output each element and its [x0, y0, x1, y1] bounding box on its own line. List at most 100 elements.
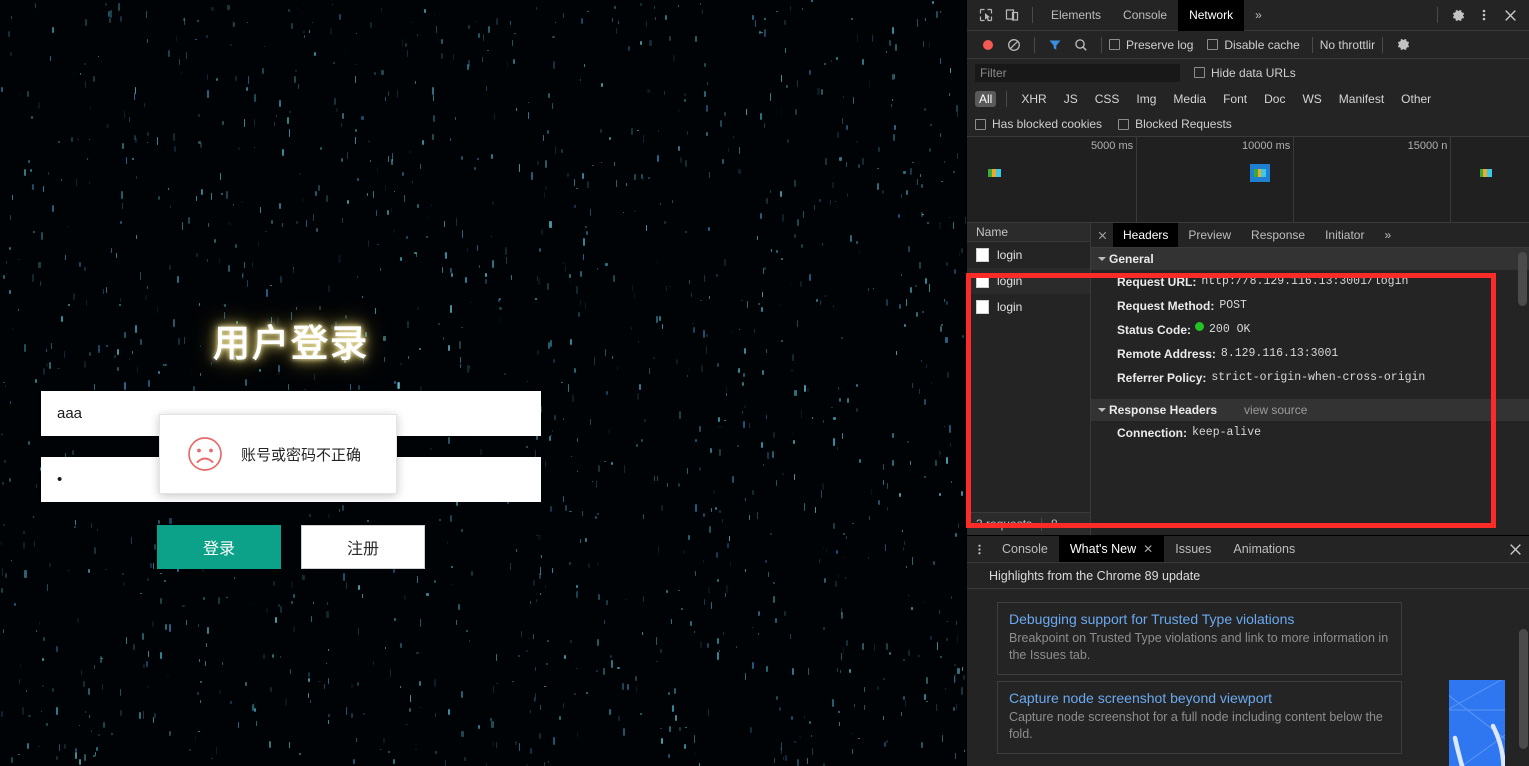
type-filter-css[interactable]: CSS: [1091, 91, 1124, 107]
disable-cache-checkbox[interactable]: Disable cache: [1207, 37, 1300, 52]
divider: [1437, 7, 1438, 23]
drawer-tab-label: Console: [1002, 541, 1048, 556]
type-filter-doc[interactable]: Doc: [1260, 91, 1289, 107]
whats-new-card-title[interactable]: Debugging support for Trusted Type viola…: [1009, 611, 1390, 627]
type-filter-other[interactable]: Other: [1397, 91, 1435, 107]
close-tab-icon[interactable]: ✕: [1143, 536, 1153, 563]
detail-tab-initiator[interactable]: Initiator: [1315, 223, 1374, 247]
table-row[interactable]: login: [967, 268, 1090, 294]
header-row-request-url: Request URL: http://8.129.116.13:3001/lo…: [1091, 270, 1529, 294]
transferred-size: 8: [1051, 517, 1058, 531]
network-settings-gear-icon[interactable]: [1390, 32, 1416, 58]
drawer-tabbar: Console What's New ✕ Issues Animations: [967, 536, 1529, 563]
close-icon[interactable]: [1497, 2, 1523, 28]
inspect-element-icon[interactable]: [973, 2, 999, 28]
close-drawer-icon[interactable]: [1501, 536, 1529, 562]
whats-new-card-title[interactable]: Capture node screenshot beyond viewport: [1009, 690, 1390, 706]
more-tabs-button[interactable]: »: [1244, 0, 1273, 31]
header-row-connection: Connection: keep-alive: [1091, 421, 1529, 445]
response-headers-section-header[interactable]: Response Headers view source: [1091, 399, 1529, 421]
request-list-header[interactable]: Name: [967, 223, 1090, 242]
filter-input[interactable]: [975, 63, 1180, 82]
close-detail-icon[interactable]: [1091, 223, 1113, 247]
header-value: keep-alive: [1192, 426, 1262, 439]
table-row[interactable]: login: [967, 242, 1090, 268]
tab-console[interactable]: Console: [1112, 0, 1178, 31]
disable-cache-label: Disable cache: [1224, 37, 1300, 52]
network-main-area: Name login login login 3 requests 8 Head…: [967, 223, 1529, 535]
has-blocked-cookies-checkbox[interactable]: Has blocked cookies: [975, 117, 1102, 131]
login-page: 用户登录 登录 注册 账号或密码不正确: [0, 0, 966, 766]
list-item[interactable]: Capture node screenshot beyond viewport …: [997, 681, 1402, 754]
search-button[interactable]: [1068, 32, 1094, 58]
detail-scrollbar[interactable]: [1518, 252, 1527, 306]
type-filter-font[interactable]: Font: [1219, 91, 1251, 107]
header-key: Remote Address:: [1117, 347, 1216, 361]
document-icon: [976, 300, 989, 314]
register-button[interactable]: 注册: [301, 525, 425, 569]
drawer-tab-animations[interactable]: Animations: [1222, 536, 1306, 562]
request-name: login: [997, 274, 1023, 288]
tab-network[interactable]: Network: [1178, 0, 1245, 31]
checkbox-box: [1109, 39, 1120, 50]
login-button[interactable]: 登录: [157, 525, 281, 569]
type-filter-ws[interactable]: WS: [1298, 91, 1325, 107]
more-options-icon[interactable]: [967, 536, 991, 562]
request-name: login: [997, 248, 1023, 262]
chevron-down-icon: [1098, 408, 1106, 412]
detail-tab-more[interactable]: »: [1374, 223, 1401, 247]
checkbox-box: [1118, 118, 1130, 130]
header-key: Connection:: [1117, 426, 1187, 440]
list-item[interactable]: Debugging support for Trusted Type viola…: [997, 602, 1402, 675]
whats-new-scrollbar[interactable]: [1519, 629, 1528, 749]
drawer-tab-label: Issues: [1175, 541, 1212, 556]
header-key: Status Code:: [1117, 323, 1192, 337]
whats-new-body: Debugging support for Trusted Type viola…: [967, 589, 1529, 766]
more-options-icon[interactable]: [1471, 2, 1497, 28]
detail-tab-headers[interactable]: Headers: [1113, 223, 1179, 247]
drawer-tab-issues[interactable]: Issues: [1164, 536, 1222, 562]
drawer-tab-console[interactable]: Console: [991, 536, 1059, 562]
view-source-link[interactable]: view source: [1244, 403, 1307, 417]
preserve-log-checkbox[interactable]: Preserve log: [1109, 38, 1193, 52]
request-list-footer: 3 requests 8: [967, 512, 1090, 535]
tab-elements[interactable]: Elements: [1040, 0, 1112, 31]
header-key: Request URL:: [1117, 275, 1197, 289]
filter-button[interactable]: [1042, 32, 1068, 58]
devtools-tabbar: Elements Console Network »: [967, 0, 1529, 31]
clear-button[interactable]: [1001, 32, 1027, 58]
device-toolbar-icon[interactable]: [999, 2, 1025, 28]
hide-data-urls-checkbox[interactable]: Hide data URLs: [1194, 66, 1296, 80]
checkbox-box: [1207, 39, 1219, 50]
screen-root: 用户登录 登录 注册 账号或密码不正确: [0, 0, 1529, 766]
header-row-status-code: Status Code: 200 OK: [1091, 318, 1529, 342]
chevron-down-icon: [1098, 257, 1106, 261]
whats-new-card-desc: Capture node screenshot for a full node …: [1009, 710, 1383, 741]
detail-tab-preview[interactable]: Preview: [1178, 223, 1241, 247]
network-overview-timeline[interactable]: 5000 ms 10000 ms 15000 n: [967, 137, 1529, 223]
table-row[interactable]: login: [967, 294, 1090, 320]
throttling-select[interactable]: No throttlir: [1320, 38, 1375, 52]
detail-tab-response[interactable]: Response: [1241, 223, 1315, 247]
hide-data-urls-label: Hide data URLs: [1211, 65, 1296, 80]
divider: [1382, 36, 1384, 53]
detail-tabbar: Headers Preview Response Initiator »: [1091, 223, 1529, 248]
type-filter-img[interactable]: Img: [1132, 91, 1160, 107]
gear-icon[interactable]: [1445, 2, 1471, 28]
type-filter-media[interactable]: Media: [1169, 91, 1210, 107]
header-value: 200 OK: [1209, 323, 1251, 336]
record-button[interactable]: [975, 32, 1001, 58]
blocked-requests-checkbox[interactable]: Blocked Requests: [1118, 117, 1232, 131]
type-filter-xhr[interactable]: XHR: [1017, 91, 1050, 107]
whats-new-card-desc: Breakpoint on Trusted Type violations an…: [1009, 631, 1389, 662]
general-section-header[interactable]: General: [1091, 248, 1529, 270]
type-filter-all[interactable]: All: [975, 91, 997, 107]
header-value: 8.129.116.13:3001: [1220, 347, 1339, 360]
checkbox-box: [1194, 67, 1205, 78]
type-filter-js[interactable]: JS: [1060, 91, 1082, 107]
response-headers-title: Response Headers: [1109, 403, 1218, 417]
divider: [1101, 36, 1102, 53]
request-detail-pane: Headers Preview Response Initiator » Gen…: [1091, 223, 1529, 535]
type-filter-manifest[interactable]: Manifest: [1335, 91, 1388, 107]
drawer-tab-whats-new[interactable]: What's New ✕: [1058, 536, 1165, 563]
